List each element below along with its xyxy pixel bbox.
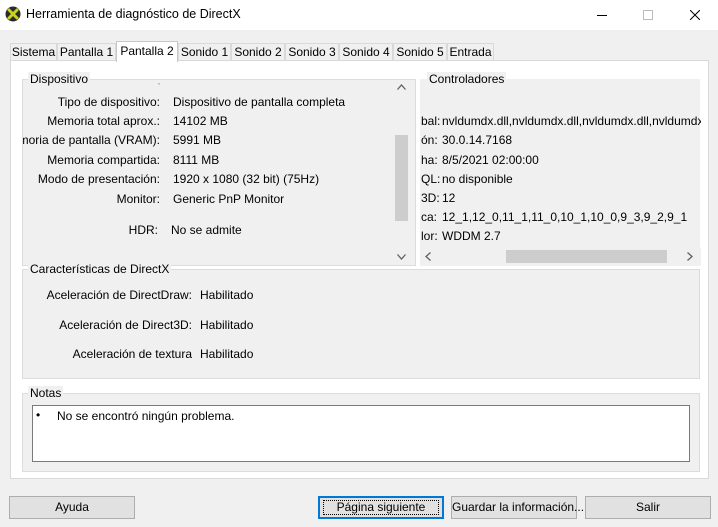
notes-group: Notas • No se encontró ningún problema. <box>22 386 700 472</box>
drivers-list: bal: nvldumdx.dll,nvldumdx.dll,nvldumdx.… <box>421 80 701 248</box>
help-button-label: Ayuda <box>55 500 89 514</box>
device-scroll-thumb[interactable] <box>395 135 408 221</box>
device-row-value: Generic PnP Monitor <box>173 192 285 206</box>
tab-sonido-4[interactable]: Sonido 4 <box>339 43 393 61</box>
close-button[interactable] <box>672 0 718 30</box>
scroll-right-icon[interactable] <box>687 252 693 264</box>
device-row-label: Tipo de dispositivo: <box>57 95 160 109</box>
device-row-label: Memoria total aprox.: <box>47 114 160 128</box>
drivers-row-value: nvldumdx.dll,nvldumdx.dll,nvldumdx.dll,n… <box>442 114 701 128</box>
drivers-row-label: ón: <box>421 133 438 147</box>
device-vertical-scrollbar[interactable] <box>393 80 410 265</box>
device-row-value: 8111 MB <box>173 153 220 167</box>
drivers-row-value: WDDM 2.7 <box>442 229 501 243</box>
drivers-row-value: 8/5/2021 02:00:00 <box>442 153 539 167</box>
tab-sonido-1[interactable]: Sonido 1 <box>178 43 231 61</box>
window-title: Herramienta de diagnóstico de DirectX <box>26 7 241 21</box>
device-row-value: 14102 MB <box>173 114 228 128</box>
tab-pantalla-1[interactable]: Pantalla 1 <box>57 43 116 61</box>
drivers-row-label: bal: <box>421 114 441 128</box>
drivers-row-value: 12_1,12_0,11_1,11_0,10_1,10_0,9_3,9_2,9_… <box>442 210 688 224</box>
tab-pantalla-2[interactable]: Pantalla 2 <box>116 41 178 62</box>
device-row-value: No se admite <box>171 223 242 237</box>
drivers-row-value: 30.0.14.7168 <box>442 133 513 147</box>
notes-item: No se encontró ningún problema. <box>57 409 235 423</box>
device-row-label: Memoria compartida: <box>47 153 160 167</box>
tab-sonido-3[interactable]: Sonido 3 <box>285 43 339 61</box>
device-row-value: 5991 MB <box>173 133 222 147</box>
drivers-row-value: 12 <box>442 191 456 205</box>
device-row-label: Modo de presentación: <box>37 172 160 186</box>
exit-button[interactable]: Salir <box>585 496 711 519</box>
drivers-row-value: no disponible <box>442 172 513 186</box>
close-icon <box>690 10 700 20</box>
drivers-group: Controladores bal: nvldumdx.dll,nvldumdx… <box>420 72 701 266</box>
directx-x-icon <box>5 6 21 22</box>
directx-features-group: Características de DirectX Aceleración d… <box>22 262 700 379</box>
feature-value-directdraw: Habilitado <box>200 288 254 302</box>
maximize-icon <box>643 10 653 20</box>
tab-entrada[interactable]: Entrada <box>447 43 494 61</box>
maximize-button[interactable] <box>625 0 671 30</box>
next-page-button[interactable]: Página siguiente <box>318 496 444 519</box>
save-info-button-label: Guardar la información... <box>452 500 585 514</box>
notes-group-title: Notas <box>28 386 64 400</box>
focus-rectangle <box>323 500 439 515</box>
drivers-row-label: ca: <box>421 210 438 224</box>
minimize-button[interactable] <box>579 0 625 30</box>
tab-panel: Dispositivo · Tipo de dispositivo: Dispo… <box>10 60 709 479</box>
tab-sistema[interactable]: Sistema <box>10 43 57 61</box>
feature-value-direct3d: Habilitado <box>200 318 254 332</box>
drivers-horizontal-scrollbar[interactable] <box>421 248 701 265</box>
device-row-partial: · <box>157 80 161 90</box>
dialog-body: Sistema Pantalla 1 Pantalla 2 Sonido 1 S… <box>0 30 718 527</box>
feature-label-directdraw: Aceleración de DirectDraw: <box>46 288 192 302</box>
feature-label-direct3d: Aceleración de Direct3D: <box>59 318 192 332</box>
drivers-row-label: ha: <box>421 153 438 167</box>
save-info-button[interactable]: Guardar la información... <box>451 496 584 519</box>
device-row-value: 1920 x 1080 (32 bit) (75Hz) <box>173 172 320 186</box>
device-group: Dispositivo · Tipo de dispositivo: Dispo… <box>22 72 416 266</box>
title-bar: Herramienta de diagnóstico de DirectX <box>0 0 718 30</box>
device-row-label: Monitor: <box>116 192 160 206</box>
scroll-down-icon[interactable] <box>397 253 406 263</box>
feature-label-texture: Aceleración de textura <box>72 347 192 361</box>
directx-features-title: Características de DirectX <box>28 262 172 276</box>
tab-sonido-2[interactable]: Sonido 2 <box>231 43 285 61</box>
scroll-left-icon[interactable] <box>425 252 431 264</box>
device-row-label: Memoria de pantalla (VRAM): <box>23 133 160 147</box>
drivers-scroll-thumb[interactable] <box>506 250 667 263</box>
drivers-row-label: lor: <box>421 229 438 243</box>
exit-button-label: Salir <box>635 500 660 514</box>
minimize-icon <box>597 15 607 16</box>
drivers-row-label: 3D: <box>421 191 440 205</box>
notes-box[interactable]: • No se encontró ningún problema. <box>32 405 690 462</box>
device-list: · Tipo de dispositivo: Dispositivo de pa… <box>23 80 393 265</box>
device-row-value: Dispositivo de pantalla completa <box>173 95 346 109</box>
scroll-up-icon[interactable] <box>397 83 406 93</box>
drivers-row-label: QL: <box>421 172 441 186</box>
device-row-label: HDR: <box>128 223 158 237</box>
feature-value-texture: Habilitado <box>200 347 254 361</box>
bullet-icon: • <box>36 408 41 422</box>
help-button[interactable]: Ayuda <box>9 496 135 519</box>
tab-sonido-5[interactable]: Sonido 5 <box>393 43 447 61</box>
